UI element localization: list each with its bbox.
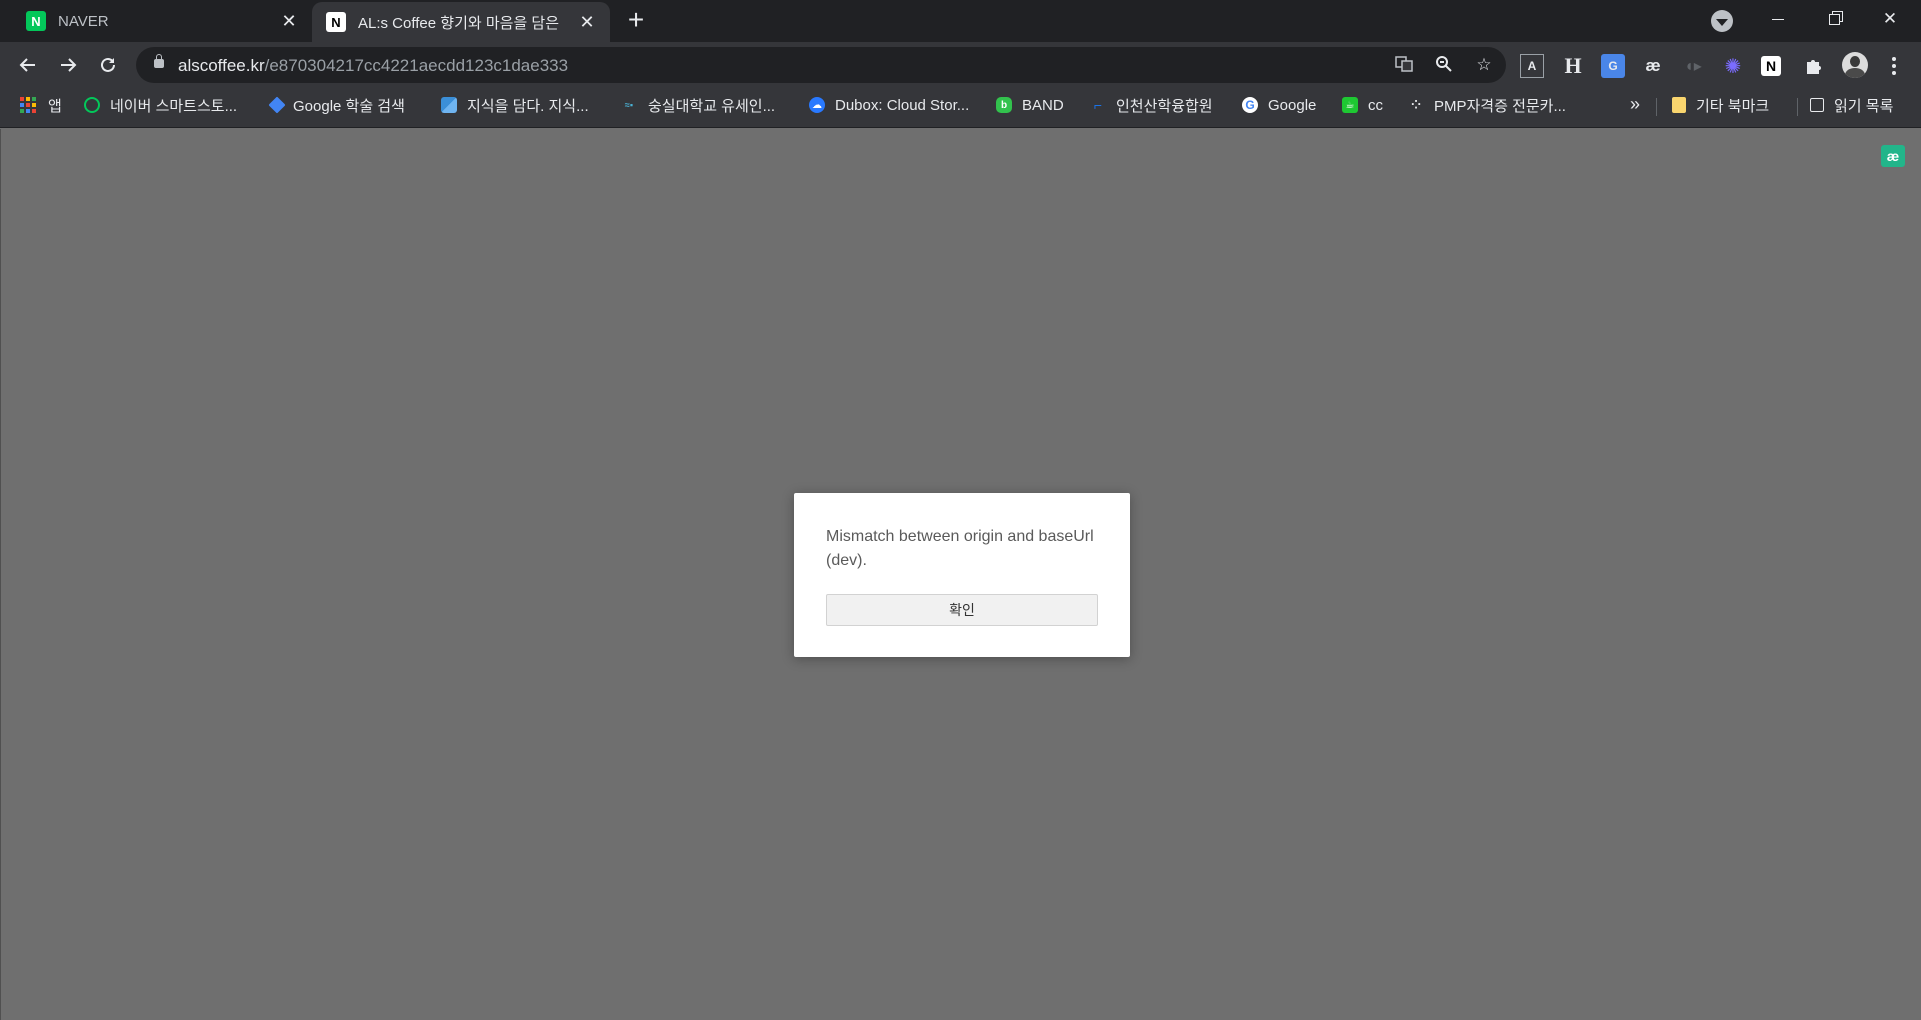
bookmark-naver-smartstore[interactable]: 네이버 스마트스토... (84, 88, 237, 122)
tab-alscoffee[interactable]: N AL:s Coffee 향기와 마음을 담은 ✕ (312, 2, 610, 42)
alert-dialog: Mismatch between origin and baseUrl (dev… (794, 493, 1130, 657)
close-tab-icon[interactable]: ✕ (278, 10, 300, 32)
reload-button[interactable] (92, 49, 124, 81)
bookmark-soongsil[interactable]: ≈▪ 숭실대학교 유세인... (620, 88, 775, 122)
bookmark-dubox[interactable]: ☁ Dubox: Cloud Stor... (809, 88, 969, 122)
bookmarks-divider (1656, 98, 1657, 116)
incheon-icon: ⌐ (1093, 97, 1103, 113)
google-icon: G (1242, 97, 1258, 113)
bookmarks-divider (1797, 98, 1798, 116)
bookmark-google-scholar[interactable]: Google 학술 검색 (268, 88, 405, 122)
band-icon: b (996, 97, 1012, 113)
reader-extension-icon[interactable]: A (1520, 54, 1544, 78)
bookmark-knowledge[interactable]: 지식을 담다. 지식... (441, 88, 589, 122)
cc-icon: ☕ (1342, 97, 1358, 113)
google-translate-icon[interactable]: G (1601, 54, 1625, 78)
translate-icon[interactable] (1394, 55, 1414, 75)
bookmark-apps[interactable]: 앱 (20, 88, 62, 122)
dubox-icon: ☁ (809, 97, 825, 113)
ae-badge-icon[interactable]: æ (1881, 145, 1905, 167)
tab-title: AL:s Coffee 향기와 마음을 담은 (358, 14, 560, 32)
bookmark-pmp[interactable]: ⁘ PMP자격증 전문카... (1408, 88, 1566, 122)
url-text[interactable]: alscoffee.kr/e870304217cc4221aecdd123c1d… (178, 56, 568, 76)
profile-avatar[interactable] (1842, 52, 1868, 78)
knowledge-icon (441, 97, 457, 113)
restore-button[interactable] (1806, 0, 1862, 38)
tab-search-icon[interactable] (1711, 10, 1733, 32)
naver-smartstore-icon (84, 97, 100, 113)
new-tab-button[interactable]: + (622, 6, 650, 36)
chrome-menu-icon[interactable] (1884, 54, 1904, 78)
dialog-message: Mismatch between origin and baseUrl (dev… (826, 528, 1094, 569)
browser-toolbar: alscoffee.kr/e870304217cc4221aecdd123c1d… (0, 42, 1921, 88)
bookmark-star-icon[interactable]: ☆ (1474, 55, 1494, 75)
close-tab-icon[interactable]: ✕ (576, 11, 598, 33)
folder-icon (1672, 97, 1686, 113)
reading-list-icon (1810, 98, 1824, 112)
bookmarks-bar: 앱 네이버 스마트스토... Google 학술 검색 지식을 담다. 지식..… (0, 88, 1921, 128)
bookmark-reading-list[interactable]: 읽기 목록 (1810, 88, 1893, 122)
audio-extension-icon[interactable]: ◖▸ (1681, 54, 1705, 78)
lock-icon[interactable] (154, 54, 164, 68)
heading-extension-icon[interactable]: H (1561, 53, 1585, 78)
close-window-button[interactable]: ✕ (1862, 0, 1918, 38)
pmp-icon: ⁘ (1410, 98, 1422, 112)
bookmarks-overflow-button[interactable]: » (1630, 94, 1640, 115)
bookmark-cc[interactable]: ☕ cc (1342, 88, 1383, 122)
apps-grid-icon (20, 97, 36, 113)
bookmark-google[interactable]: G Google (1242, 88, 1316, 122)
back-button[interactable] (12, 49, 44, 81)
puzzle-icon[interactable] (1801, 54, 1825, 78)
notion-favicon-icon: N (326, 12, 346, 32)
bookmark-band[interactable]: b BAND (996, 88, 1064, 122)
naver-favicon-icon: N (26, 11, 46, 31)
bookmark-incheon[interactable]: ⌐ 인천산학융합원 (1090, 88, 1213, 122)
flower-extension-icon[interactable]: ✺ (1721, 54, 1745, 78)
confirm-button[interactable]: 확인 (826, 594, 1098, 626)
forward-button[interactable] (52, 49, 84, 81)
soongsil-icon: ≈▪ (624, 100, 634, 110)
tab-title: NAVER (58, 12, 109, 30)
google-scholar-icon (268, 96, 286, 114)
tab-strip: N NAVER ✕ N AL:s Coffee 향기와 마음을 담은 ✕ + ✕ (0, 0, 1921, 42)
page-content: æ Mismatch between origin and baseUrl (d… (0, 129, 1921, 1020)
minimize-button[interactable] (1750, 0, 1806, 38)
ae-extension-icon[interactable]: æ (1641, 54, 1665, 78)
address-bar[interactable]: alscoffee.kr/e870304217cc4221aecdd123c1d… (136, 47, 1506, 83)
notion-extension-icon[interactable]: N (1761, 56, 1781, 76)
zoom-icon[interactable] (1434, 55, 1454, 75)
bookmark-other-folder[interactable]: 기타 북마크 (1672, 88, 1769, 122)
tab-naver[interactable]: N NAVER ✕ (0, 0, 312, 42)
